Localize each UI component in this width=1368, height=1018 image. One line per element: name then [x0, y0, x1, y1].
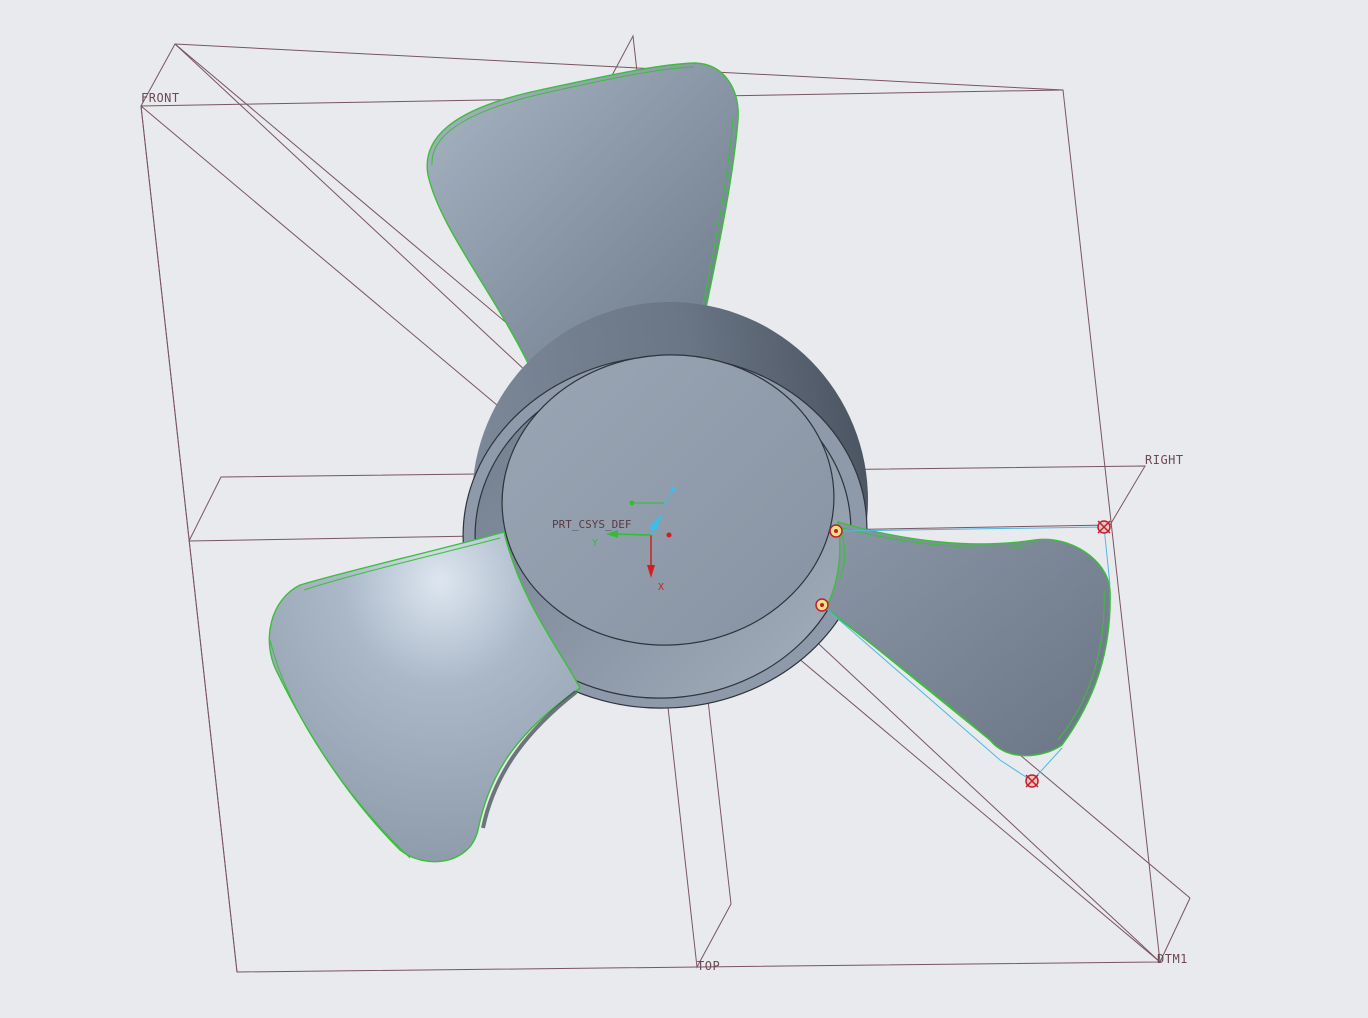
- datum-label-front[interactable]: FRONT: [141, 91, 180, 105]
- control-point-3[interactable]: [829, 524, 843, 538]
- axis-x-letter: X: [658, 582, 664, 593]
- control-point-2[interactable]: [1025, 774, 1039, 788]
- control-point-1[interactable]: [1097, 520, 1111, 534]
- datum-label-dtm1[interactable]: DTM1: [1157, 952, 1188, 966]
- control-point-4[interactable]: [815, 598, 829, 612]
- datum-label-top[interactable]: TOP: [697, 959, 720, 973]
- graphics-viewport[interactable]: PRT_CSYS_DEF X Y FRONT RIGHT TOP DTM1: [0, 0, 1368, 1018]
- axis-y-letter: Y: [592, 538, 598, 549]
- csys-label: PRT_CSYS_DEF: [552, 518, 631, 531]
- blade-right[interactable]: [825, 521, 1111, 757]
- datum-label-right[interactable]: RIGHT: [1145, 453, 1184, 467]
- model-canvas[interactable]: PRT_CSYS_DEF X Y FRONT RIGHT TOP DTM1: [0, 0, 1368, 1018]
